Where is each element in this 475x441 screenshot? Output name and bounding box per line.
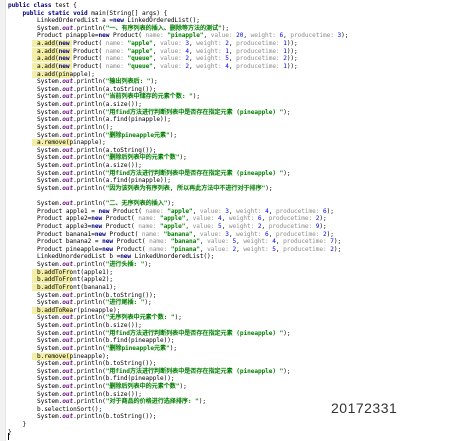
code-line[interactable]: a.add(new Product( name: "queue", value:…	[8, 63, 298, 70]
code-line[interactable]: a.add(new Product( name: "apple", value:…	[8, 48, 298, 55]
code-line[interactable]: b.addToFront(banana1);	[8, 284, 117, 291]
code-line[interactable]: System.out.println("进行尾插: ");	[8, 299, 152, 306]
code-line[interactable]: System.out.println("二、无序列表的插入");	[8, 200, 175, 207]
code-line[interactable]: System.out.println(b.size());	[8, 322, 142, 329]
code-line[interactable]: System.out.println("用find方法进行判断列表中是否存在指定…	[8, 368, 291, 375]
code-line[interactable]: LinkedUnorderedList b =new LinkedUnorder…	[8, 253, 214, 260]
code-line[interactable]: System.out.println();	[8, 124, 113, 131]
code-line[interactable]: b.addToFront(apple2);	[8, 276, 113, 283]
code-line[interactable]: System.out.println(b.size());	[8, 391, 142, 398]
code-line[interactable]: System.out.println("对于商品的价格进行选择排序: ");	[8, 398, 206, 405]
code-line[interactable]: public class test {	[8, 2, 77, 9]
code-line[interactable]: Product apple3=new Product( name: "apple…	[8, 223, 327, 230]
text-caret	[8, 433, 9, 440]
code-line[interactable]: System.out.println("用find方法进行判断列表中是否存在指定…	[8, 330, 291, 337]
code-line[interactable]: b.selectionSort();	[8, 406, 102, 413]
editor-gutter	[0, 0, 6, 441]
code-line[interactable]: System.out.println(b.toString());	[8, 413, 157, 420]
code-line[interactable]: System.out.println(a.toString());	[8, 147, 157, 154]
code-line[interactable]: System.out.println("一、有序列表的插入、删除等方法的测试")…	[8, 25, 229, 32]
code-line[interactable]: a.remove(pinapple);	[8, 139, 106, 146]
code-line[interactable]: System.out.println(b.find(pineapple));	[8, 375, 175, 382]
code-line[interactable]: System.out.println("进行头插: ");	[8, 261, 152, 268]
code-line[interactable]: System.out.println("删除pineapple元素");	[8, 345, 177, 352]
code-line[interactable]: System.out.println("输出列表后: ");	[8, 78, 158, 85]
code-line[interactable]: a.add(new Product( name: "queue", value:…	[8, 55, 298, 62]
code-line[interactable]: System.out.println(a.size());	[8, 162, 142, 169]
code-line[interactable]: Product pineapple=new Product( name: "pi…	[8, 246, 341, 253]
code-line[interactable]: System.out.println(a.toString());	[8, 86, 157, 93]
code-line[interactable]: System.out.println("删除后列表中的元素个数");	[8, 383, 187, 390]
code-line[interactable]: public static void main(String[] args) {	[8, 10, 167, 17]
code-line[interactable]: System.out.println("因为该列表为有序列表, 所以再此方法中不…	[8, 185, 273, 192]
code-line[interactable]: Product banana2 = new Product( name: "ba…	[8, 238, 341, 245]
code-line[interactable]: a.add(new Product( name: "apple", value:…	[8, 40, 298, 47]
watermark: 20172331	[331, 400, 398, 416]
code-line[interactable]: System.out.println("删除pineapple元素");	[8, 132, 177, 139]
code-line[interactable]: System.out.println(a.find(pinapple));	[8, 116, 171, 123]
code-line[interactable]: Product banana1=new Product( name: "bana…	[8, 231, 334, 238]
code-line[interactable]: System.out.println(b.toString());	[8, 360, 157, 367]
code-line[interactable]: System.out.println("删除后列表中的元素个数");	[8, 154, 187, 161]
code-line[interactable]: Product apple2=new Product( name: "apple…	[8, 215, 327, 222]
code-line[interactable]: System.out.println("用find方法进行判断列表中是否存在指定…	[8, 170, 291, 177]
code-line[interactable]: System.out.println(b.toString());	[8, 292, 157, 299]
code-editor[interactable]: public class test { public static void m…	[0, 0, 475, 441]
code-line[interactable]: b.remove(pineapple);	[8, 353, 109, 360]
code-line[interactable]: System.out.println(a.find(pinapple));	[8, 177, 171, 184]
code-line[interactable]: Product pinapple=new Product( name: "pin…	[8, 32, 348, 39]
code-line[interactable]: System.out.println("用find方法进行判断列表中是否存在指定…	[8, 109, 291, 116]
code-line[interactable]: b.addToRear(pineapple);	[8, 307, 120, 314]
code-line[interactable]: System.out.println("当前列表中储存的元素个数: ");	[8, 93, 200, 100]
code-line[interactable]: System.out.println(b.find(pineapple));	[8, 337, 175, 344]
code-line[interactable]: }	[8, 421, 26, 428]
code-line[interactable]: b.addToFront(apple1);	[8, 269, 113, 276]
code-line[interactable]: Product apple1 = new Product( name: "app…	[8, 208, 334, 215]
code-line[interactable]: System.out.println("无序列表中元素个数: ");	[8, 314, 182, 321]
code-line[interactable]: a.add(pinapple);	[8, 71, 95, 78]
code-line[interactable]: LinkedOrderedList a =new LinkedOrderedLi…	[8, 17, 200, 24]
code-line[interactable]: System.out.println(a.size());	[8, 101, 142, 108]
